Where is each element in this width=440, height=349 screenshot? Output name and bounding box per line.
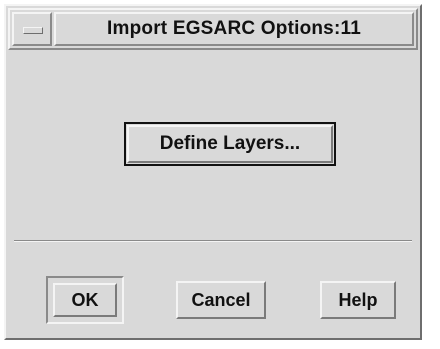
title-area[interactable]: Import EGSARC Options:11	[54, 12, 414, 46]
dialog-window: Import EGSARC Options:11 Define Layers..…	[4, 4, 422, 340]
window-menu-button[interactable]	[12, 12, 52, 46]
help-button[interactable]: Help	[320, 281, 396, 319]
default-button-frame: Define Layers...	[124, 122, 336, 166]
ok-button-frame: OK	[46, 276, 124, 324]
title-bar[interactable]: Import EGSARC Options:11	[8, 8, 418, 50]
window-title: Import EGSARC Options:11	[107, 18, 361, 39]
separator	[14, 240, 412, 242]
cancel-button[interactable]: Cancel	[176, 281, 266, 319]
ok-button[interactable]: OK	[53, 283, 117, 317]
window-menu-icon	[23, 27, 43, 34]
define-layers-button[interactable]: Define Layers...	[127, 125, 333, 163]
dialog-content: Define Layers... OK Cancel Help	[8, 50, 418, 336]
